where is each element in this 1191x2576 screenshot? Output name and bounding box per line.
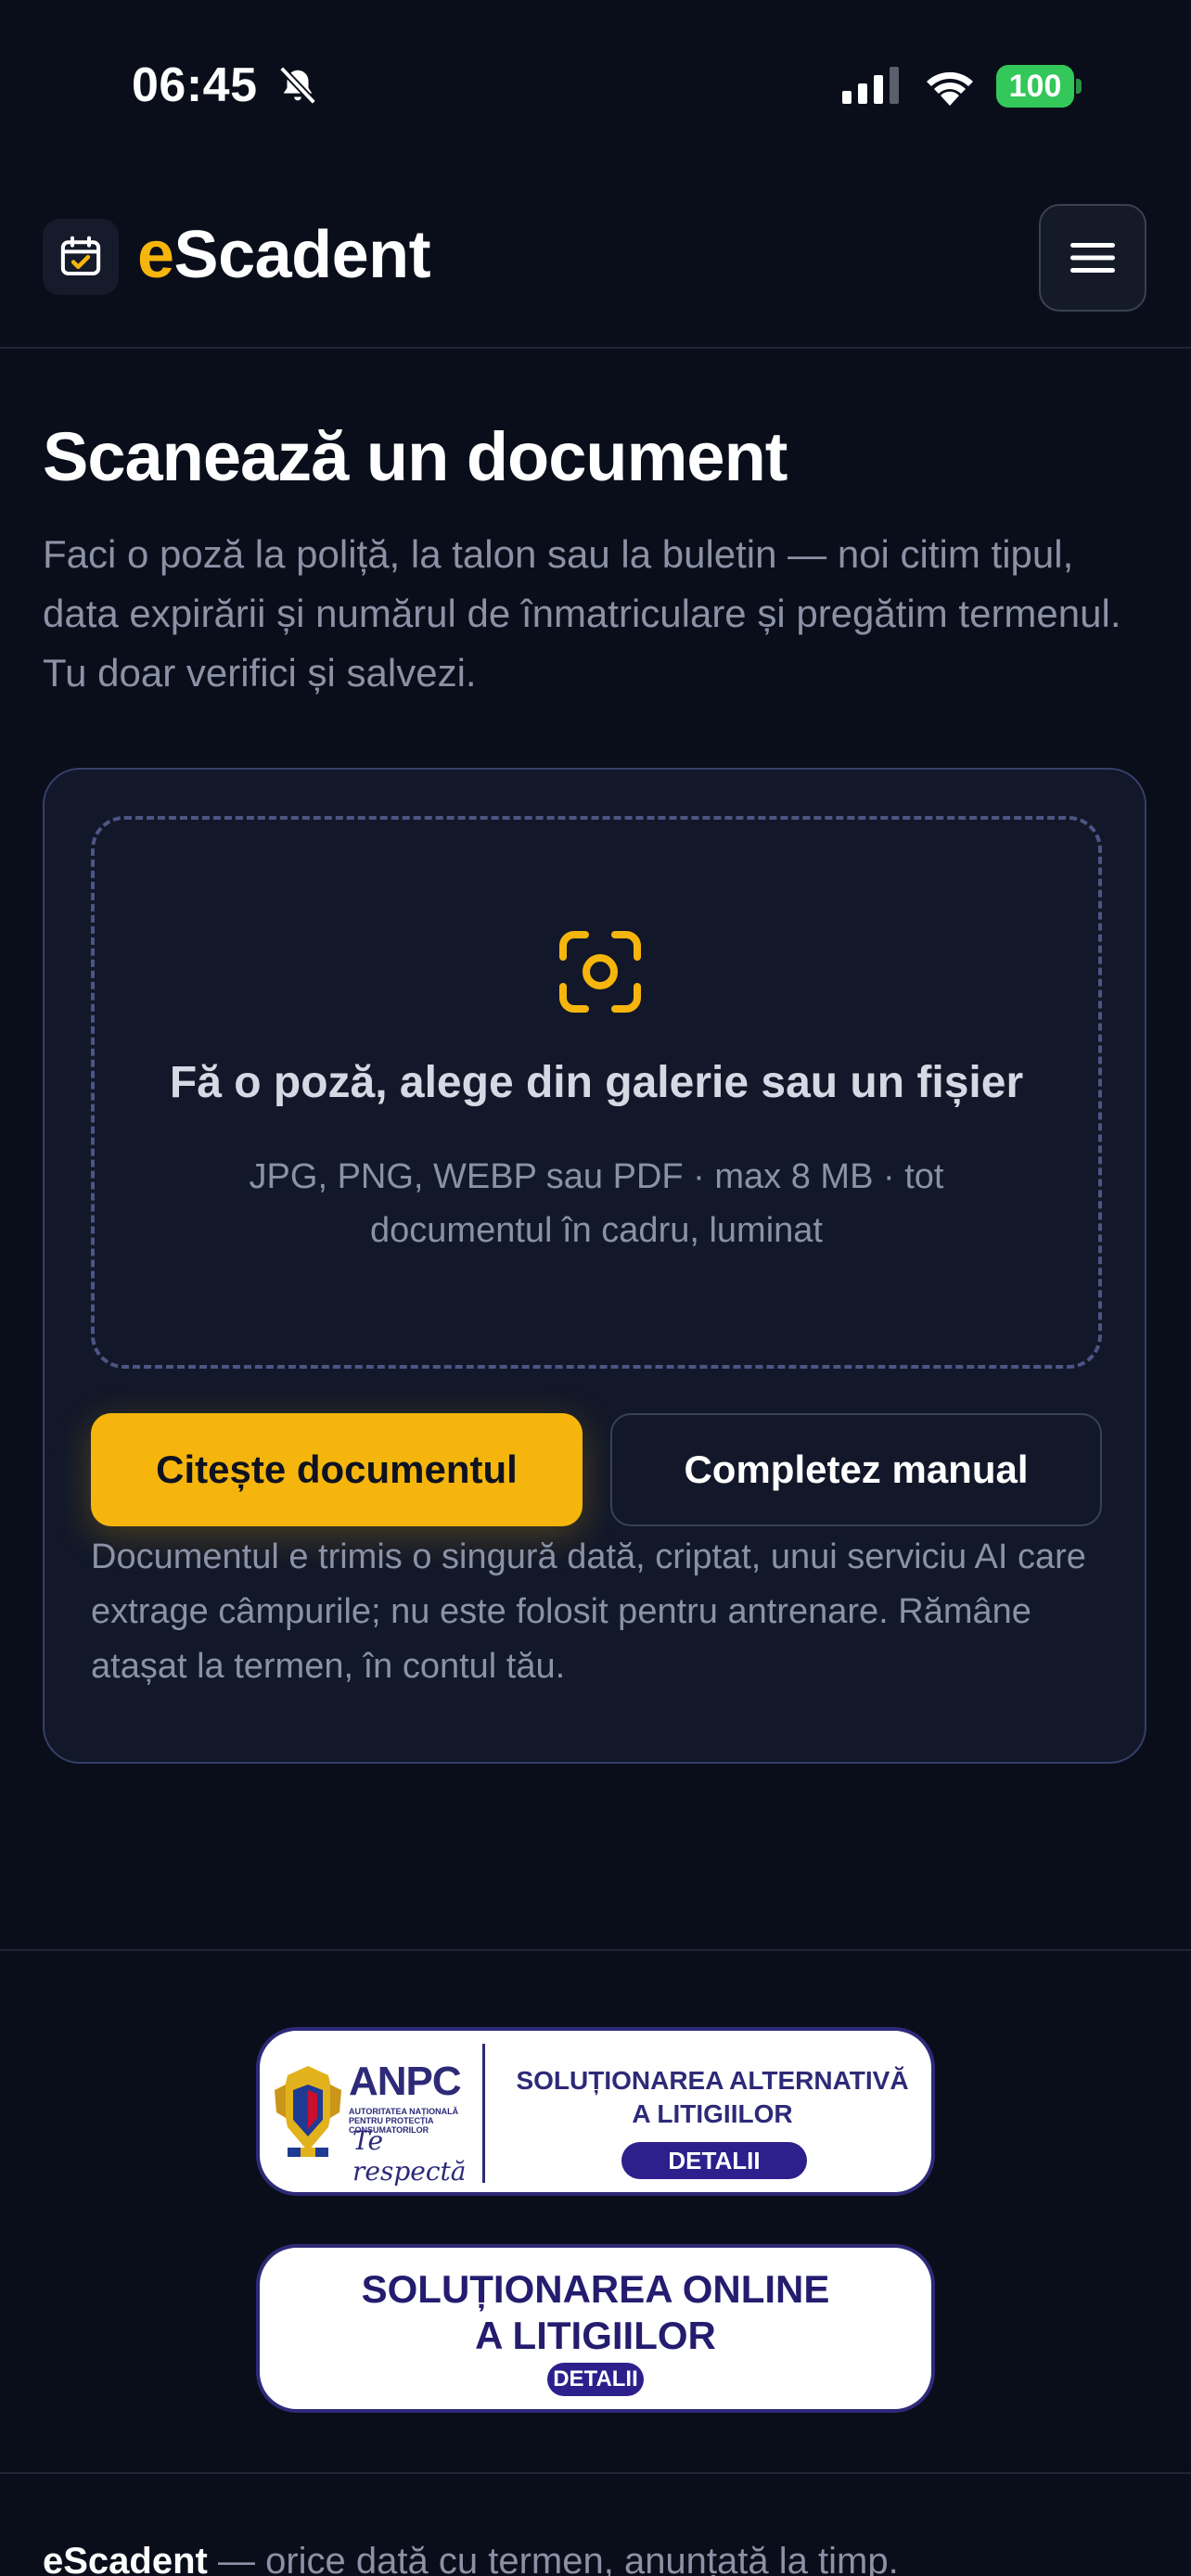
sal-details-pill: DETALII — [621, 2142, 807, 2179]
logo-wordmark[interactable]: eScadent — [137, 217, 431, 293]
sol-title-line1: SOLUȚIONAREA ONLINE — [361, 2267, 830, 2311]
page-title: Scanează un document — [43, 418, 788, 495]
sal-title-line1: SOLUȚIONAREA ALTERNATIVĂ — [516, 2066, 909, 2095]
read-document-button[interactable]: Citește documentul — [91, 1413, 583, 1526]
status-time: 06:45 — [132, 58, 258, 112]
sal-title: SOLUȚIONAREA ALTERNATIVĂ A LITIGIILOR — [490, 2064, 931, 2131]
menu-button[interactable] — [1039, 204, 1146, 312]
status-bar: 06:45 100 — [0, 0, 1191, 176]
page: 06:45 100 eScadent Scanează un document … — [0, 0, 1191, 2576]
battery-level: 100 — [996, 65, 1074, 108]
hamburger-menu-icon — [1070, 243, 1115, 273]
manual-entry-button[interactable]: Completez manual — [610, 1413, 1102, 1526]
upload-dropzone[interactable]: Fă o poză, alege din galerie sau un fiși… — [91, 816, 1102, 1369]
footer-tagline-text: — orice dată cu termen, anunțată la timp… — [207, 2541, 899, 2576]
footer-divider-bottom — [0, 2472, 1191, 2474]
cellular-signal-icon — [842, 67, 899, 104]
privacy-note: Documentul e trimis o singură dată, crip… — [91, 1537, 1086, 1686]
bell-slash-icon — [278, 66, 317, 105]
page-description: Faci o poză la poliță, la talon sau la b… — [43, 532, 1121, 695]
anpc-motto: Te respectă — [352, 2125, 467, 2187]
battery-tip — [1076, 79, 1082, 94]
sol-badge[interactable]: SOLUȚIONAREA ONLINE A LITIGIILOR DETALII — [256, 2244, 935, 2413]
romania-coat-of-arms-icon — [275, 2066, 341, 2157]
footer-tagline: eScadent — orice dată cu termen, anunțat… — [43, 2541, 899, 2576]
camera-scan-icon — [559, 931, 641, 1013]
footer-brand: eScadent — [43, 2541, 208, 2576]
sol-title: SOLUȚIONAREA ONLINE A LITIGIILOR — [260, 2266, 931, 2359]
logo-mark[interactable] — [43, 219, 119, 295]
sal-title-line2: A LITIGIILOR — [632, 2099, 793, 2128]
scan-card: Fă o poză, alege din galerie sau un fiși… — [43, 768, 1146, 1764]
anpc-logo-text: ANPC — [349, 2059, 462, 2104]
logo-rest: Scadent — [173, 218, 431, 292]
badge-divider — [482, 2044, 485, 2183]
battery-indicator: 100 — [996, 65, 1082, 108]
dropzone-hint: JPG, PNG, WEBP sau PDF · max 8 MB · tot … — [249, 1157, 944, 1250]
anpc-sal-badge[interactable]: ANPC AUTORITATEA NAȚIONALĂ PENTRU PROTEC… — [256, 2027, 935, 2196]
site-header: eScadent — [0, 176, 1191, 349]
sol-details-pill: DETALII — [547, 2363, 644, 2396]
logo-prefix: e — [137, 218, 174, 292]
footer-divider — [0, 1949, 1191, 1951]
wifi-icon — [927, 71, 973, 106]
anpc-logo: ANPC AUTORITATEA NAȚIONALĂ PENTRU PROTEC… — [260, 2031, 482, 2192]
sol-title-line2: A LITIGIILOR — [475, 2314, 716, 2357]
dropzone-title: Fă o poză, alege din galerie sau un fiși… — [169, 1058, 1024, 1107]
calendar-check-icon — [60, 236, 101, 276]
